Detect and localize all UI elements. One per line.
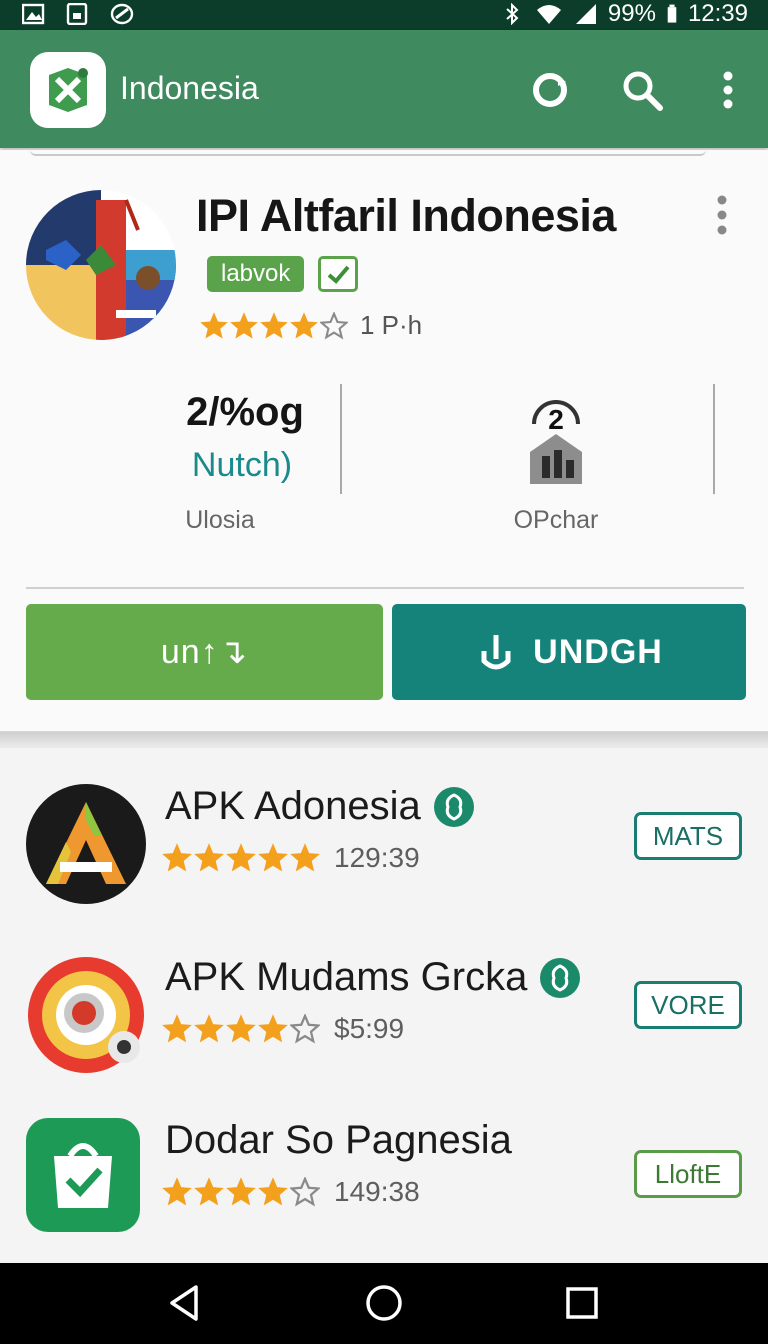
list-item-title: APK Adonesia [165,784,421,828]
list-item-action-button[interactable]: MATS [634,812,742,860]
more-vert-icon[interactable] [706,68,750,112]
stat-accent: Nutch) [191,446,293,484]
list-item-meta: 129:39 [334,842,420,873]
star-filled-icon [290,843,320,872]
star-filled-icon [226,1177,256,1206]
star-empty-icon [290,1177,320,1207]
list-item-title: Dodar So Pagnesia [165,1118,512,1162]
home-icon[interactable] [364,1283,404,1323]
star-filled-icon [260,311,288,339]
star-filled-icon [194,1014,224,1043]
list-item[interactable]: APK Mudams Grcka $5:99 VORE [0,955,768,1125]
gallery-icon [66,3,88,25]
star-empty-icon [320,311,348,340]
list-item-title-row: APK Mudams Grcka [165,955,581,1000]
list-item-title: APK Mudams Grcka [165,955,528,999]
logo-icon [49,68,88,112]
list-item-rating: 129:39 [162,842,420,874]
list-item-rating: $5:99 [162,1013,404,1045]
star-filled-icon [194,1177,224,1206]
app-bar: Indonesia [0,30,768,148]
rank-number: 2 [548,404,564,435]
stat-left-label-block: Ulosia [120,506,320,535]
stat-divider-right [713,384,715,494]
wifi-icon [536,5,561,24]
star-filled-icon [194,843,224,872]
card-divider [26,587,744,589]
list-item-stars [162,1177,320,1207]
star-filled-icon [230,311,258,339]
star-filled-icon [162,843,192,872]
refresh-icon[interactable] [528,68,572,112]
app-title: Indonesia [120,70,259,106]
list-item-stars [162,1014,320,1044]
star-filled-icon [258,1177,288,1206]
verified-badge-icon [433,786,474,827]
battery-percent: 99% [607,0,656,27]
stat-downloads: 2/%og [140,390,350,435]
screen: 99% 12:39 Indonesia IPI Altfaril Indones… [0,0,768,1344]
stat-rank-icon: 2 [516,394,596,486]
card-edge [30,150,706,156]
star-filled-icon [258,1014,288,1043]
hero-more-icon[interactable] [710,192,734,238]
install-button-label: UNDGH [533,632,663,671]
stat-left-label: Ulosia [185,506,255,534]
section-separator [0,732,768,748]
stat-right-label: OPchar [513,506,599,534]
clock: 12:39 [687,0,748,27]
list-item-action-button[interactable]: LloftE [634,1150,742,1198]
list-item-title-row: APK Adonesia [165,784,475,829]
star-filled-icon [200,311,228,339]
verified-badge-icon [540,957,581,998]
stat-right-label-block: OPchar [456,506,656,535]
list-item-rating: 149:38 [162,1176,420,1208]
update-button-label: un↑↴ [160,633,249,671]
list-item-action-button[interactable]: VORE [634,981,742,1029]
search-icon[interactable] [620,68,664,112]
navigation-bar [0,1263,768,1344]
stat-accent-block: Nutch) [140,446,344,485]
photo-icon [22,3,45,25]
dodar-app-icon [26,1118,140,1232]
star-filled-icon [226,843,256,872]
apk-adonesia-app-icon [26,784,146,904]
signal-icon [575,4,596,24]
hero-stars [200,311,348,340]
list-item[interactable]: APK Adonesia 129:39 MATS [0,784,768,954]
list-item-stars [162,843,320,873]
list-item-title-row: Dodar So Pagnesia [165,1118,512,1163]
star-filled-icon [290,311,318,339]
bluetooth-icon [506,3,519,25]
hero-rating: 1 P·h [200,310,422,341]
download-icon [481,635,511,670]
category-badge: labvok [207,256,305,292]
star-filled-icon [258,843,288,872]
battery-icon [667,4,677,23]
app-detail-card: IPI Altfaril Indonesia labvok 1 P·h 2/%o… [0,150,768,732]
hero-title: IPI Altfaril Indonesia [196,190,616,241]
star-filled-icon [162,1177,192,1206]
hero-app-icon[interactable] [26,190,176,340]
apk-mudams-app-icon [28,957,144,1073]
stat-divider [340,384,342,494]
list-item-meta: $5:99 [334,1013,405,1044]
star-empty-icon [290,1014,320,1044]
hero-rating-meta: 1 P·h [360,310,423,340]
update-button[interactable]: un↑↴ [26,604,383,700]
status-bar: 99% 12:39 [0,0,768,30]
back-icon[interactable] [164,1283,204,1323]
sync-icon [110,3,134,25]
install-button[interactable]: UNDGH [392,604,746,700]
app-logo[interactable] [30,52,106,128]
recents-icon[interactable] [562,1283,602,1323]
star-filled-icon [226,1014,256,1043]
stat-value: 2/%og [186,390,304,434]
star-filled-icon [162,1014,192,1043]
verified-check-icon [318,256,358,292]
list-item-meta: 149:38 [334,1176,420,1207]
